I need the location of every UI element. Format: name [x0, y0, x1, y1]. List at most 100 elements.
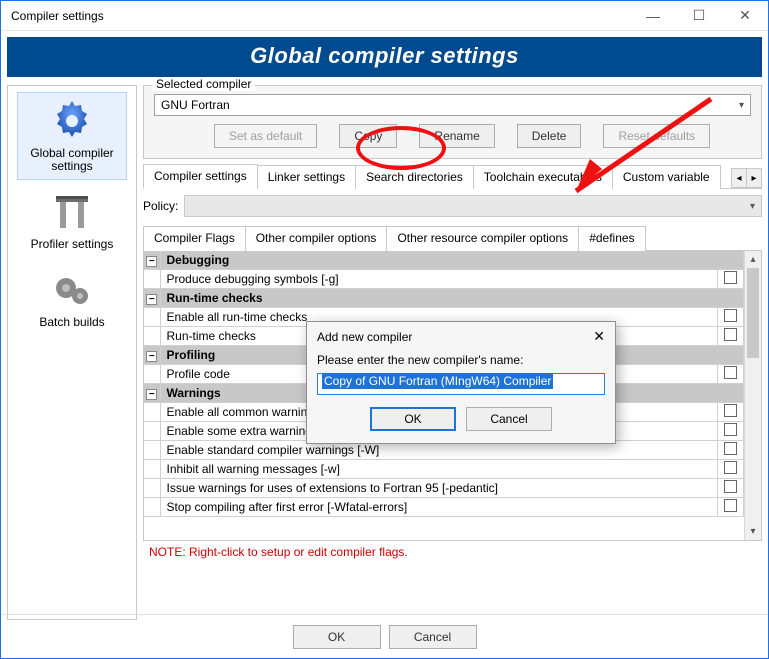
- dialog-cancel-button[interactable]: Cancel: [466, 407, 552, 431]
- scroll-down-icon[interactable]: ▾: [745, 523, 761, 540]
- flag-category-label: Debugging: [160, 251, 744, 270]
- indent-cell: [144, 270, 160, 289]
- expander-button[interactable]: −: [144, 289, 160, 308]
- sidebar-item-label: Batch builds: [39, 316, 104, 329]
- tab-linker-settings[interactable]: Linker settings: [257, 165, 356, 189]
- tab-scroll-right[interactable]: ▸: [746, 168, 762, 188]
- indent-cell: [144, 422, 160, 441]
- indent-cell: [144, 479, 160, 498]
- flag-checkbox[interactable]: [718, 460, 744, 479]
- tab-search-directories[interactable]: Search directories: [355, 165, 474, 189]
- ok-button[interactable]: OK: [293, 625, 381, 649]
- selected-compiler-group: Selected compiler GNU Fortran ▾ Set as d…: [143, 85, 762, 159]
- indent-cell: [144, 308, 160, 327]
- tab-compiler-settings[interactable]: Compiler settings: [143, 164, 258, 189]
- flag-checkbox[interactable]: [718, 365, 744, 384]
- policy-label: Policy:: [143, 199, 178, 213]
- flag-row: Issue warnings for uses of extensions to…: [144, 479, 744, 498]
- main-tabs: Compiler settings Linker settings Search…: [143, 163, 762, 189]
- maximize-button[interactable]: ☐: [676, 1, 722, 30]
- add-compiler-dialog: Add new compiler ✕ Please enter the new …: [306, 321, 616, 444]
- sidebar-item-label: Global compiler settings: [18, 147, 126, 173]
- group-title: Selected compiler: [152, 77, 255, 91]
- dialog-footer: OK Cancel: [1, 614, 768, 658]
- compiler-select[interactable]: GNU Fortran ▾: [154, 94, 751, 116]
- policy-row: Policy: ▾: [143, 195, 762, 217]
- dialog-ok-button[interactable]: OK: [370, 407, 456, 431]
- sidebar-item-global-compiler[interactable]: Global compiler settings: [17, 92, 127, 180]
- flag-checkbox[interactable]: [718, 270, 744, 289]
- compiler-button-row: Set as default Copy Rename Delete Reset …: [154, 124, 751, 148]
- scroll-up-icon[interactable]: ▴: [745, 251, 761, 268]
- flag-category-row: −Debugging: [144, 251, 744, 270]
- tab-toolchain-executables[interactable]: Toolchain executables: [473, 165, 613, 189]
- minimize-button[interactable]: —: [630, 1, 676, 30]
- scroll-thumb[interactable]: [747, 268, 759, 358]
- sidebar-item-label: Profiler settings: [31, 238, 114, 251]
- chevron-down-icon: ▾: [750, 201, 755, 212]
- expander-button[interactable]: −: [144, 346, 160, 365]
- indent-cell: [144, 441, 160, 460]
- flag-row: Stop compiling after first error [-Wfata…: [144, 498, 744, 517]
- flags-note: NOTE: Right-click to setup or edit compi…: [143, 541, 762, 561]
- compiler-name-input[interactable]: Copy of GNU Fortran (MIngW64) Compiler: [317, 373, 605, 395]
- rename-button[interactable]: Rename: [419, 124, 494, 148]
- compiler-name-input-value: Copy of GNU Fortran (MIngW64) Compiler: [322, 373, 553, 389]
- maximize-icon: ☐: [693, 7, 706, 24]
- indent-cell: [144, 498, 160, 517]
- tab-scroll-left[interactable]: ◂: [731, 168, 747, 188]
- sidebar-item-batch[interactable]: Batch builds: [17, 262, 127, 335]
- caliper-icon: [48, 188, 96, 236]
- reset-defaults-button[interactable]: Reset defaults: [603, 124, 710, 148]
- gear-icon: [48, 97, 96, 145]
- titlebar: Compiler settings — ☐ ✕: [1, 1, 768, 31]
- subtab-defines[interactable]: #defines: [578, 226, 645, 251]
- subtab-compiler-flags[interactable]: Compiler Flags: [143, 226, 246, 251]
- flag-checkbox[interactable]: [718, 327, 744, 346]
- gears-icon: [48, 266, 96, 314]
- dialog-button-row: OK Cancel: [317, 407, 605, 431]
- window: Compiler settings — ☐ ✕ Global compiler …: [0, 0, 769, 659]
- flag-label: Stop compiling after first error [-Wfata…: [160, 498, 718, 517]
- minimize-icon: —: [646, 8, 660, 24]
- scrollbar[interactable]: ▴ ▾: [744, 251, 761, 540]
- indent-cell: [144, 327, 160, 346]
- flag-checkbox[interactable]: [718, 403, 744, 422]
- copy-button[interactable]: Copy: [339, 124, 397, 148]
- chevron-down-icon: ▾: [739, 100, 744, 111]
- sidebar: Global compiler settings Profiler settin…: [7, 85, 137, 620]
- flag-label: Inhibit all warning messages [-w]: [160, 460, 718, 479]
- dialog-close-button[interactable]: ✕: [593, 328, 605, 345]
- dialog-title: Add new compiler: [317, 330, 412, 344]
- tab-scroll-nav: ◂ ▸: [732, 168, 762, 188]
- cancel-button[interactable]: Cancel: [389, 625, 477, 649]
- expander-button[interactable]: −: [144, 384, 160, 403]
- compiler-select-value: GNU Fortran: [161, 98, 230, 112]
- flag-checkbox[interactable]: [718, 479, 744, 498]
- subtab-other-compiler-options[interactable]: Other compiler options: [245, 226, 388, 251]
- flag-checkbox[interactable]: [718, 441, 744, 460]
- window-title: Compiler settings: [1, 9, 104, 23]
- tab-custom-variable[interactable]: Custom variable: [612, 165, 721, 189]
- dialog-message: Please enter the new compiler's name:: [317, 353, 605, 367]
- flag-checkbox[interactable]: [718, 308, 744, 327]
- delete-button[interactable]: Delete: [517, 124, 582, 148]
- page-banner: Global compiler settings: [7, 37, 762, 77]
- policy-select[interactable]: ▾: [184, 195, 762, 217]
- set-default-button[interactable]: Set as default: [214, 124, 317, 148]
- subtab-other-resource-options[interactable]: Other resource compiler options: [386, 226, 579, 251]
- sidebar-item-profiler[interactable]: Profiler settings: [17, 184, 127, 257]
- indent-cell: [144, 403, 160, 422]
- subtabs: Compiler Flags Other compiler options Ot…: [143, 225, 762, 251]
- flag-label: Produce debugging symbols [-g]: [160, 270, 718, 289]
- flag-row: Inhibit all warning messages [-w]: [144, 460, 744, 479]
- flag-checkbox[interactable]: [718, 498, 744, 517]
- indent-cell: [144, 460, 160, 479]
- flag-checkbox[interactable]: [718, 422, 744, 441]
- flag-label: Issue warnings for uses of extensions to…: [160, 479, 718, 498]
- indent-cell: [144, 365, 160, 384]
- flag-category-row: −Run-time checks: [144, 289, 744, 308]
- close-button[interactable]: ✕: [722, 1, 768, 30]
- expander-button[interactable]: −: [144, 251, 160, 270]
- window-controls: — ☐ ✕: [630, 1, 768, 30]
